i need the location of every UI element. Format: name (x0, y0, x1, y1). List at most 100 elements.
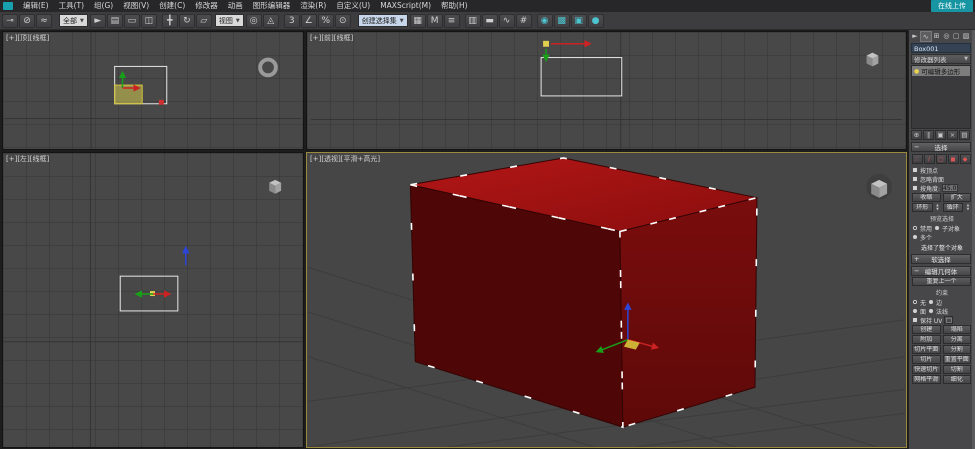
align-icon[interactable]: ≡ (444, 14, 460, 28)
slice-button[interactable]: 切片 (912, 355, 941, 364)
viewcube-icon[interactable] (269, 180, 281, 194)
cut-button[interactable]: 切割 (943, 365, 972, 374)
material-editor-icon[interactable]: ◉ (537, 14, 553, 28)
loop-button[interactable]: 循环 (943, 203, 964, 212)
menu-help[interactable]: 帮助(H) (436, 0, 473, 12)
edge-level-icon[interactable]: ∕ (924, 154, 935, 164)
render-production-icon[interactable]: ● (588, 14, 604, 28)
selection-region-icon[interactable]: ▭ (124, 14, 140, 28)
mirror-icon[interactable]: M (427, 14, 443, 28)
create-button[interactable]: 创建 (912, 325, 941, 334)
menu-animation[interactable]: 动画 (223, 0, 248, 12)
show-end-result-icon[interactable]: ∥ (923, 130, 934, 140)
select-object-icon[interactable]: ► (90, 14, 106, 28)
quickslice-button[interactable]: 快速切片 (912, 365, 941, 374)
menu-tools[interactable]: 工具(T) (54, 0, 89, 12)
select-by-name-icon[interactable]: ▤ (107, 14, 123, 28)
viewcube-icon[interactable] (866, 174, 892, 200)
viewport-left-label[interactable]: [+][左][线框] (6, 154, 49, 164)
tab-hierarchy-icon[interactable]: ⊞ (932, 31, 942, 42)
detach-button[interactable]: 分离 (943, 335, 972, 344)
radio-preview-multiple[interactable] (912, 234, 918, 240)
window-crossing-icon[interactable]: ◫ (141, 14, 157, 28)
viewport-front-label[interactable]: [+][前][线框] (310, 33, 353, 43)
rendered-frame-window-icon[interactable]: ▣ (571, 14, 587, 28)
viewport-left-canvas[interactable] (3, 153, 303, 447)
collapse-button[interactable]: 塌陷 (943, 325, 972, 334)
menu-views[interactable]: 视图(V) (118, 0, 154, 12)
ribbon-toggle-icon[interactable]: ▬ (482, 14, 498, 28)
render-setup-icon[interactable]: ▩ (554, 14, 570, 28)
loop-spinner[interactable]: ▲▼ (965, 203, 971, 212)
viewport-perspective-canvas[interactable] (307, 153, 906, 447)
angle-snap-icon[interactable]: ∠ (301, 14, 317, 28)
vertex-level-icon[interactable]: ∴ (912, 154, 923, 164)
schematic-view-icon[interactable]: # (516, 14, 532, 28)
checkbox-by-vertex[interactable] (912, 167, 918, 173)
border-level-icon[interactable]: ▢ (936, 154, 947, 164)
tab-utilities-icon[interactable]: ▨ (961, 31, 971, 42)
radio-constraint-edge[interactable] (928, 299, 934, 305)
make-unique-icon[interactable]: ▣ (935, 130, 946, 140)
select-and-scale-icon[interactable]: ▱ (196, 14, 212, 28)
configure-stack-icon[interactable]: ▤ (959, 130, 970, 140)
select-and-manipulate-icon[interactable]: ◬ (263, 14, 279, 28)
menu-create[interactable]: 创建(C) (154, 0, 190, 12)
grow-button[interactable]: 扩大 (943, 193, 972, 202)
percent-snap-icon[interactable]: % (318, 14, 334, 28)
repeat-last-button[interactable]: 重复上一个 (912, 277, 971, 286)
vertex-handle[interactable] (159, 100, 164, 105)
menu-edit[interactable]: 编辑(E) (18, 0, 54, 12)
attach-button[interactable]: 附加 (912, 335, 941, 344)
spinner-snap-icon[interactable]: ⊙ (335, 14, 351, 28)
tab-modify-icon[interactable]: ∿ (920, 31, 932, 42)
viewport-top[interactable]: [+][顶][线框] (2, 31, 304, 150)
viewport-top-canvas[interactable] (3, 32, 303, 149)
select-and-move-icon[interactable]: ╋ (162, 14, 178, 28)
selection-filter-dropdown[interactable]: 全部 ▼ (59, 14, 88, 27)
snaps-toggle-icon[interactable]: 3 (284, 14, 300, 28)
object-name-field[interactable]: Box001 (911, 43, 971, 53)
checkbox-preserve-uv[interactable] (912, 317, 918, 323)
viewcube-compass-icon[interactable] (260, 60, 276, 76)
select-and-rotate-icon[interactable]: ↻ (179, 14, 195, 28)
edit-named-selection-icon[interactable]: ▦ (410, 14, 426, 28)
remove-modifier-icon[interactable]: × (947, 130, 958, 140)
unlink-selection-icon[interactable]: ⊘ (19, 14, 35, 28)
checkbox-by-angle[interactable] (912, 185, 918, 191)
element-level-icon[interactable]: ◆ (960, 154, 971, 164)
select-and-link-icon[interactable]: ⊸ (2, 14, 18, 28)
angle-value-field[interactable]: 45.0 (942, 184, 958, 192)
radio-constraint-face[interactable] (912, 308, 918, 314)
radio-preview-subobject[interactable] (934, 225, 940, 231)
radio-constraint-none[interactable] (912, 299, 918, 305)
ring-button[interactable]: 环形 (912, 203, 933, 212)
ring-spinner[interactable]: ▲▼ (935, 203, 941, 212)
viewport-front[interactable]: [+][前][线框] (306, 31, 907, 150)
slice-plane-button[interactable]: 切片平面 (912, 345, 941, 354)
gizmo-plane-handle[interactable] (543, 41, 549, 47)
tessellate-button[interactable]: 细化 (943, 375, 972, 384)
tab-display-icon[interactable]: ▢ (951, 31, 961, 42)
radio-constraint-normal[interactable] (928, 308, 934, 314)
menu-graph-editors[interactable]: 图形编辑器 (248, 0, 296, 12)
curve-editor-icon[interactable]: ∿ (499, 14, 515, 28)
mesh-smooth-button[interactable]: 网格平滑 (912, 375, 941, 384)
rollout-edit-geometry-header[interactable]: − 编辑几何体 (911, 266, 971, 276)
checkbox-ignore-backfacing[interactable] (912, 176, 918, 182)
menu-rendering[interactable]: 渲染(R) (295, 0, 331, 12)
box-wireframe-front-view[interactable] (541, 58, 622, 96)
viewport-perspective[interactable]: [+][透视][平滑+高光] (306, 152, 907, 448)
modifier-list-dropdown[interactable]: 修改器列表 ▼ (911, 54, 971, 64)
tab-motion-icon[interactable]: ◎ (941, 31, 951, 42)
application-button-icon[interactable] (3, 2, 13, 10)
viewport-left[interactable]: [+][左][线框] (2, 152, 304, 448)
modifier-stack-list[interactable]: ● 可编辑多边形 (911, 65, 971, 129)
preserve-uv-settings-icon[interactable]: □ (944, 316, 953, 324)
menu-group[interactable]: 组(G) (89, 0, 118, 12)
viewport-front-canvas[interactable] (307, 32, 906, 149)
pin-stack-icon[interactable]: ⊕ (911, 130, 922, 140)
rollout-selection-header[interactable]: − 选择 (911, 142, 971, 152)
tab-create-icon[interactable]: ► (910, 31, 920, 42)
layer-manager-icon[interactable]: ▥ (465, 14, 481, 28)
